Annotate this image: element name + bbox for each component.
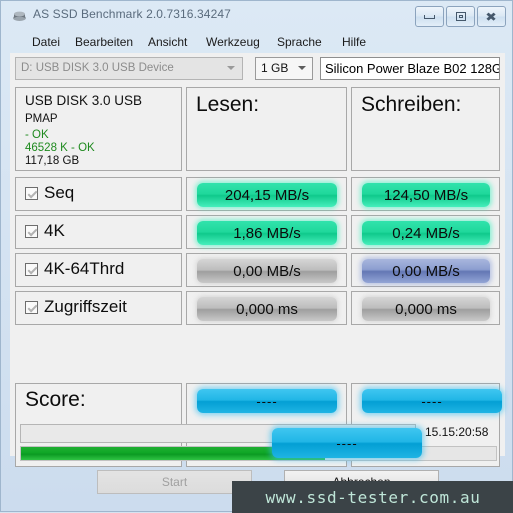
- test-size-value: 1 GB: [261, 61, 289, 75]
- drive-select[interactable]: D: USB DISK 3.0 USB Device: [15, 57, 243, 80]
- test-checkbox-4k64thrd[interactable]: [25, 263, 38, 276]
- window-title: AS SSD Benchmark 2.0.7316.34247: [33, 7, 231, 21]
- result-value-4k64thrd-read: 0,00 MB/s: [197, 259, 337, 283]
- result-cell-4k64thrd-write: 0,00 MB/s: [351, 253, 500, 287]
- menu-item-hilfe[interactable]: Hilfe: [338, 33, 370, 51]
- minimize-button[interactable]: [415, 6, 444, 27]
- menu-item-ansicht[interactable]: Ansicht: [144, 33, 191, 51]
- menu-item-sprache[interactable]: Sprache: [273, 33, 326, 51]
- drive-firmware: PMAP: [25, 113, 58, 125]
- read-column-label: Lesen:: [196, 93, 260, 116]
- result-cell-zugriffszeit-read: 0,000 ms: [186, 291, 347, 325]
- test-checkbox-seq[interactable]: [25, 187, 38, 200]
- close-icon: ✖: [485, 9, 498, 24]
- elapsed-time: 15.15:20:58: [425, 425, 489, 439]
- start-button[interactable]: Start: [97, 470, 252, 494]
- test-row-zugriffszeit: Zugriffszeit: [15, 291, 182, 325]
- test-checkbox-4k[interactable]: [25, 225, 38, 238]
- test-label-4k64thrd: 4K-64Thrd: [44, 259, 125, 278]
- app-window: AS SSD Benchmark 2.0.7316.34247 ✖ Datei …: [0, 0, 513, 513]
- write-column-label: Schreiben:: [361, 93, 462, 116]
- driver-status: - OK: [25, 129, 49, 141]
- result-value-4k64thrd-write: 0,00 MB/s: [362, 259, 490, 283]
- score-label: Score:: [25, 388, 86, 411]
- title-bar: AS SSD Benchmark 2.0.7316.34247 ✖: [1, 1, 512, 31]
- result-cell-zugriffszeit-write: 0,000 ms: [351, 291, 500, 325]
- drive-info-panel: USB DISK 3.0 USB PMAP - OK 46528 K - OK …: [15, 87, 182, 171]
- progress-bar: [20, 446, 497, 461]
- menu-item-datei[interactable]: Datei: [28, 33, 64, 51]
- test-row-4k64thrd: 4K-64Thrd: [15, 253, 182, 287]
- test-row-4k: 4K: [15, 215, 182, 249]
- drive-select-value: D: USB DISK 3.0 USB Device: [21, 62, 174, 74]
- menu-bar: Datei Bearbeiten Ansicht Werkzeug Sprach…: [1, 31, 512, 53]
- test-label-seq: Seq: [44, 183, 75, 202]
- watermark: www.ssd-tester.com.au: [232, 481, 513, 513]
- chevron-down-icon: [298, 66, 306, 70]
- test-size-select[interactable]: 1 GB: [255, 57, 313, 80]
- score-write-value: ----: [362, 389, 502, 413]
- result-cell-4k-write: 0,24 MB/s: [351, 215, 500, 249]
- result-cell-seq-read: 204,15 MB/s: [186, 177, 347, 211]
- test-row-seq: Seq: [15, 177, 182, 211]
- score-total-value: ----: [272, 428, 422, 458]
- drive-model: USB DISK 3.0 USB: [25, 93, 143, 108]
- result-value-zugriffszeit-write: 0,000 ms: [362, 297, 490, 321]
- result-value-seq-read: 204,15 MB/s: [197, 183, 337, 207]
- chevron-down-icon: [227, 66, 235, 70]
- test-label-4k: 4K: [44, 221, 65, 240]
- alignment-status: 46528 K - OK: [25, 142, 95, 154]
- test-label-zugriffszeit: Zugriffszeit: [44, 297, 127, 316]
- window-controls: ✖: [415, 6, 506, 27]
- minimize-icon: [424, 14, 435, 19]
- restore-icon: [455, 12, 466, 21]
- result-cell-4k64thrd-read: 0,00 MB/s: [186, 253, 347, 287]
- read-column-header: Lesen:: [186, 87, 347, 171]
- result-value-zugriffszeit-read: 0,000 ms: [197, 297, 337, 321]
- device-name-field[interactable]: Silicon Power Blaze B02 128G: [320, 57, 500, 80]
- write-column-header: Schreiben:: [351, 87, 500, 171]
- result-cell-4k-read: 1,86 MB/s: [186, 215, 347, 249]
- result-cell-seq-write: 124,50 MB/s: [351, 177, 500, 211]
- menu-item-werkzeug[interactable]: Werkzeug: [202, 33, 264, 51]
- result-value-4k-read: 1,86 MB/s: [197, 221, 337, 245]
- toolbar: D: USB DISK 3.0 USB Device 1 GB Silicon …: [10, 57, 505, 83]
- result-value-4k-write: 0,24 MB/s: [362, 221, 490, 245]
- drive-capacity: 117,18 GB: [25, 155, 80, 167]
- score-read-value: ----: [197, 389, 337, 413]
- disk-icon: [13, 11, 26, 21]
- client-area: D: USB DISK 3.0 USB Device 1 GB Silicon …: [10, 53, 505, 467]
- menu-item-bearbeiten[interactable]: Bearbeiten: [71, 33, 137, 51]
- restore-button[interactable]: [446, 6, 475, 27]
- result-value-seq-write: 124,50 MB/s: [362, 183, 490, 207]
- test-checkbox-zugriffszeit[interactable]: [25, 301, 38, 314]
- close-button[interactable]: ✖: [477, 6, 506, 27]
